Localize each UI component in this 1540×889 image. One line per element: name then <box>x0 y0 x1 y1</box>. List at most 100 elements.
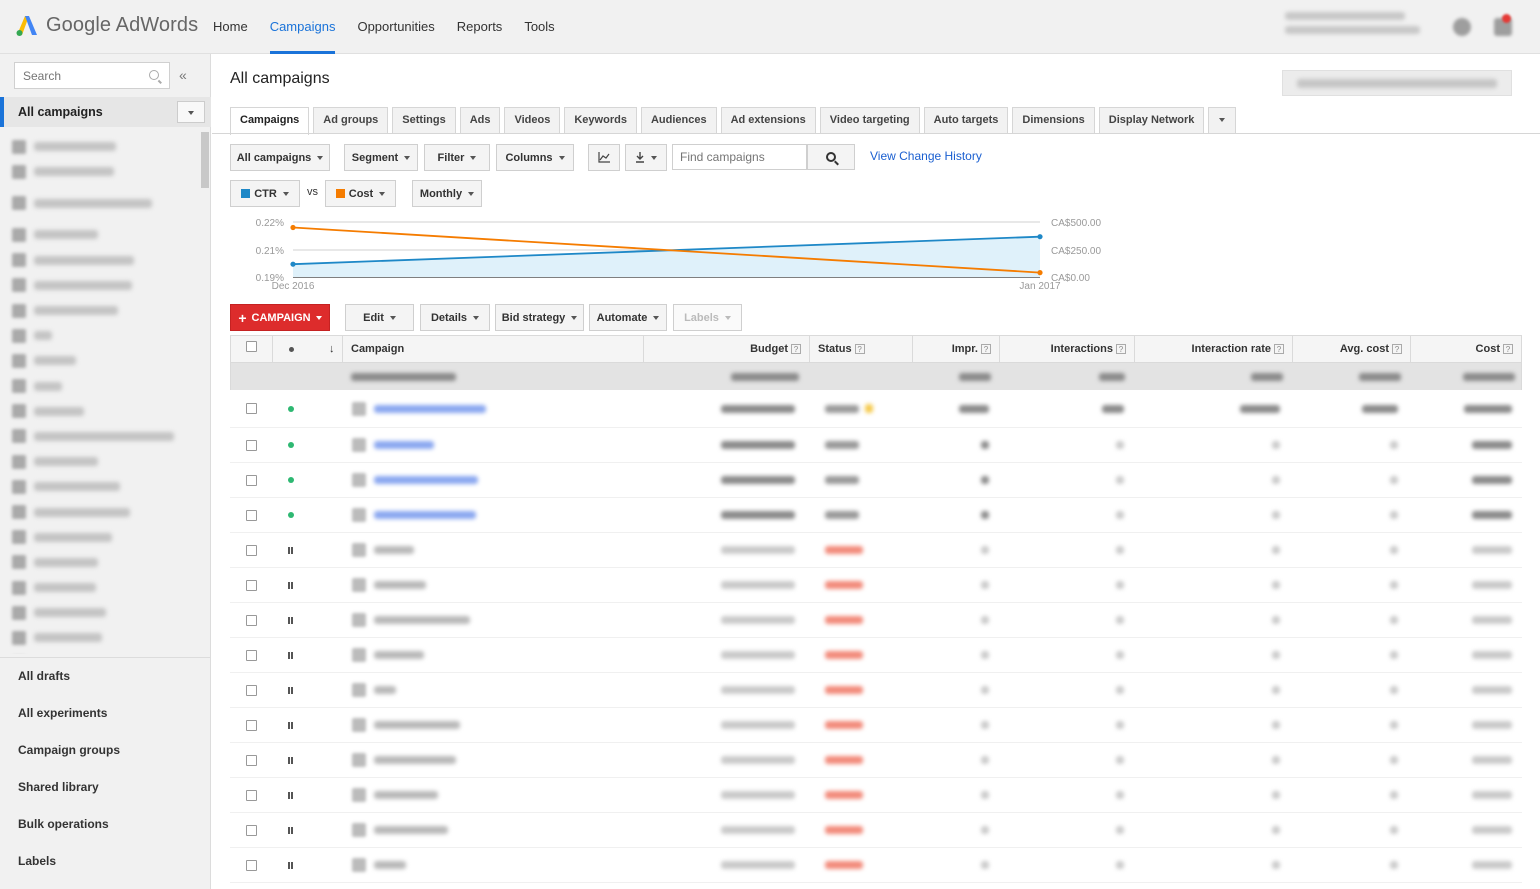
row-status-cell[interactable] <box>817 463 912 497</box>
campaign-name-blurred[interactable] <box>374 826 448 834</box>
sidebar-campaign-item[interactable] <box>0 222 200 247</box>
row-state-cell[interactable] <box>272 778 342 812</box>
sidebar-campaign-item[interactable] <box>0 399 200 424</box>
row-campaign-cell[interactable] <box>352 568 642 602</box>
row-campaign-cell[interactable] <box>352 533 642 567</box>
automate-button[interactable]: Automate <box>589 304 667 331</box>
sidebar-campaign-item[interactable] <box>0 184 200 222</box>
sidebar-campaign-item[interactable] <box>0 424 200 449</box>
row-state-cell[interactable] <box>272 463 342 497</box>
column-impressions[interactable]: Impr.? <box>913 336 1000 363</box>
table-row[interactable] <box>230 778 1522 813</box>
row-checkbox[interactable] <box>245 474 257 486</box>
row-status-cell[interactable] <box>817 603 912 637</box>
campaign-name-blurred[interactable] <box>374 791 438 799</box>
chart-toggle-button[interactable] <box>588 144 620 171</box>
help-icon[interactable]: ? <box>1392 344 1402 354</box>
tab-videos[interactable]: Videos <box>504 107 561 134</box>
table-row[interactable] <box>230 533 1522 568</box>
row-campaign-cell[interactable] <box>352 813 642 847</box>
tab-video-targeting[interactable]: Video targeting <box>819 107 920 134</box>
tab-audiences[interactable]: Audiences <box>640 107 717 134</box>
find-campaigns-search-button[interactable] <box>807 144 855 170</box>
table-row[interactable] <box>230 848 1522 883</box>
sidebar-link-all-experiments[interactable]: All experiments <box>0 695 211 732</box>
sidebar-campaign-item[interactable] <box>0 575 200 600</box>
column-budget[interactable]: Budget? <box>644 336 810 363</box>
sidebar-campaign-item[interactable] <box>0 525 200 550</box>
table-row[interactable] <box>230 813 1522 848</box>
details-button[interactable]: Details <box>420 304 490 331</box>
sidebar-campaign-item[interactable] <box>0 159 200 184</box>
row-budget-cell[interactable] <box>643 708 809 742</box>
tab-keywords[interactable]: Keywords <box>564 107 637 134</box>
row-status-cell[interactable] <box>817 568 912 602</box>
nav-campaigns[interactable]: Campaigns <box>259 0 347 54</box>
row-budget-cell[interactable] <box>643 673 809 707</box>
row-status-cell[interactable] <box>817 498 912 532</box>
row-state-cell[interactable] <box>272 498 342 532</box>
row-budget-cell[interactable] <box>643 390 809 427</box>
help-icon[interactable]: ? <box>1116 344 1126 354</box>
sidebar-campaign-item[interactable] <box>0 600 200 625</box>
campaign-name-blurred[interactable] <box>374 404 486 413</box>
column-interactions[interactable]: Interactions? <box>1000 336 1135 363</box>
row-checkbox[interactable] <box>245 789 257 801</box>
sidebar-link-campaign-groups[interactable]: Campaign groups <box>0 732 211 769</box>
row-campaign-cell[interactable] <box>352 428 642 462</box>
nav-tools[interactable]: Tools <box>513 0 565 54</box>
table-row[interactable] <box>230 463 1522 498</box>
account-info[interactable] <box>1285 12 1435 34</box>
sidebar-link-labels[interactable]: Labels <box>0 843 211 880</box>
tab-ads[interactable]: Ads <box>459 107 501 134</box>
help-icon[interactable]: ? <box>791 344 801 354</box>
table-row[interactable] <box>230 743 1522 778</box>
tab-ad-groups[interactable]: Ad groups <box>313 107 389 134</box>
campaign-name-blurred[interactable] <box>374 861 406 869</box>
sidebar-campaign-item[interactable] <box>0 374 200 399</box>
download-button[interactable] <box>625 144 667 171</box>
row-checkbox[interactable] <box>245 719 257 731</box>
row-campaign-cell[interactable] <box>352 778 642 812</box>
row-status-cell[interactable] <box>817 778 912 812</box>
bid-strategy-button[interactable]: Bid strategy <box>495 304 584 331</box>
row-budget-cell[interactable] <box>643 603 809 637</box>
row-state-cell[interactable] <box>272 708 342 742</box>
row-campaign-cell[interactable] <box>352 390 642 427</box>
row-campaign-cell[interactable] <box>352 673 642 707</box>
row-campaign-cell[interactable] <box>352 848 642 882</box>
view-change-history-link[interactable]: View Change History <box>870 149 982 163</box>
tab-ad-extensions[interactable]: Ad extensions <box>720 107 816 134</box>
adwords-logo[interactable]: Google AdWords <box>14 12 198 38</box>
settings-gear-icon[interactable] <box>1453 18 1471 36</box>
columns-button[interactable]: Columns <box>496 144 574 171</box>
edit-button[interactable]: Edit <box>345 304 414 331</box>
metric1-selector[interactable]: CTR <box>230 180 300 207</box>
tab-settings[interactable]: Settings <box>392 107 456 134</box>
sidebar-campaign-item[interactable] <box>0 474 200 499</box>
row-budget-cell[interactable] <box>643 533 809 567</box>
campaign-name-blurred[interactable] <box>374 686 396 694</box>
sidebar-campaign-item[interactable] <box>0 651 200 654</box>
row-status-cell[interactable] <box>817 743 912 777</box>
row-state-cell[interactable] <box>272 743 342 777</box>
row-state-cell[interactable] <box>272 813 342 847</box>
table-row[interactable] <box>230 603 1522 638</box>
sidebar-campaign-item[interactable] <box>0 499 200 524</box>
row-status-cell[interactable] <box>817 673 912 707</box>
table-row[interactable] <box>230 638 1522 673</box>
select-all-checkbox[interactable] <box>246 341 257 352</box>
row-campaign-cell[interactable] <box>352 603 642 637</box>
campaign-name-blurred[interactable] <box>374 441 434 449</box>
date-range-selector[interactable] <box>1282 70 1512 96</box>
row-state-cell[interactable] <box>272 603 342 637</box>
row-budget-cell[interactable] <box>643 813 809 847</box>
campaign-name-blurred[interactable] <box>374 511 476 519</box>
row-checkbox[interactable] <box>245 754 257 766</box>
table-row[interactable] <box>230 568 1522 603</box>
campaign-name-blurred[interactable] <box>374 581 426 589</box>
sidebar-search-input[interactable] <box>15 63 135 88</box>
row-checkbox[interactable] <box>245 403 257 414</box>
sidebar-link-bulk-operations[interactable]: Bulk operations <box>0 806 211 843</box>
campaign-name-blurred[interactable] <box>374 616 470 624</box>
